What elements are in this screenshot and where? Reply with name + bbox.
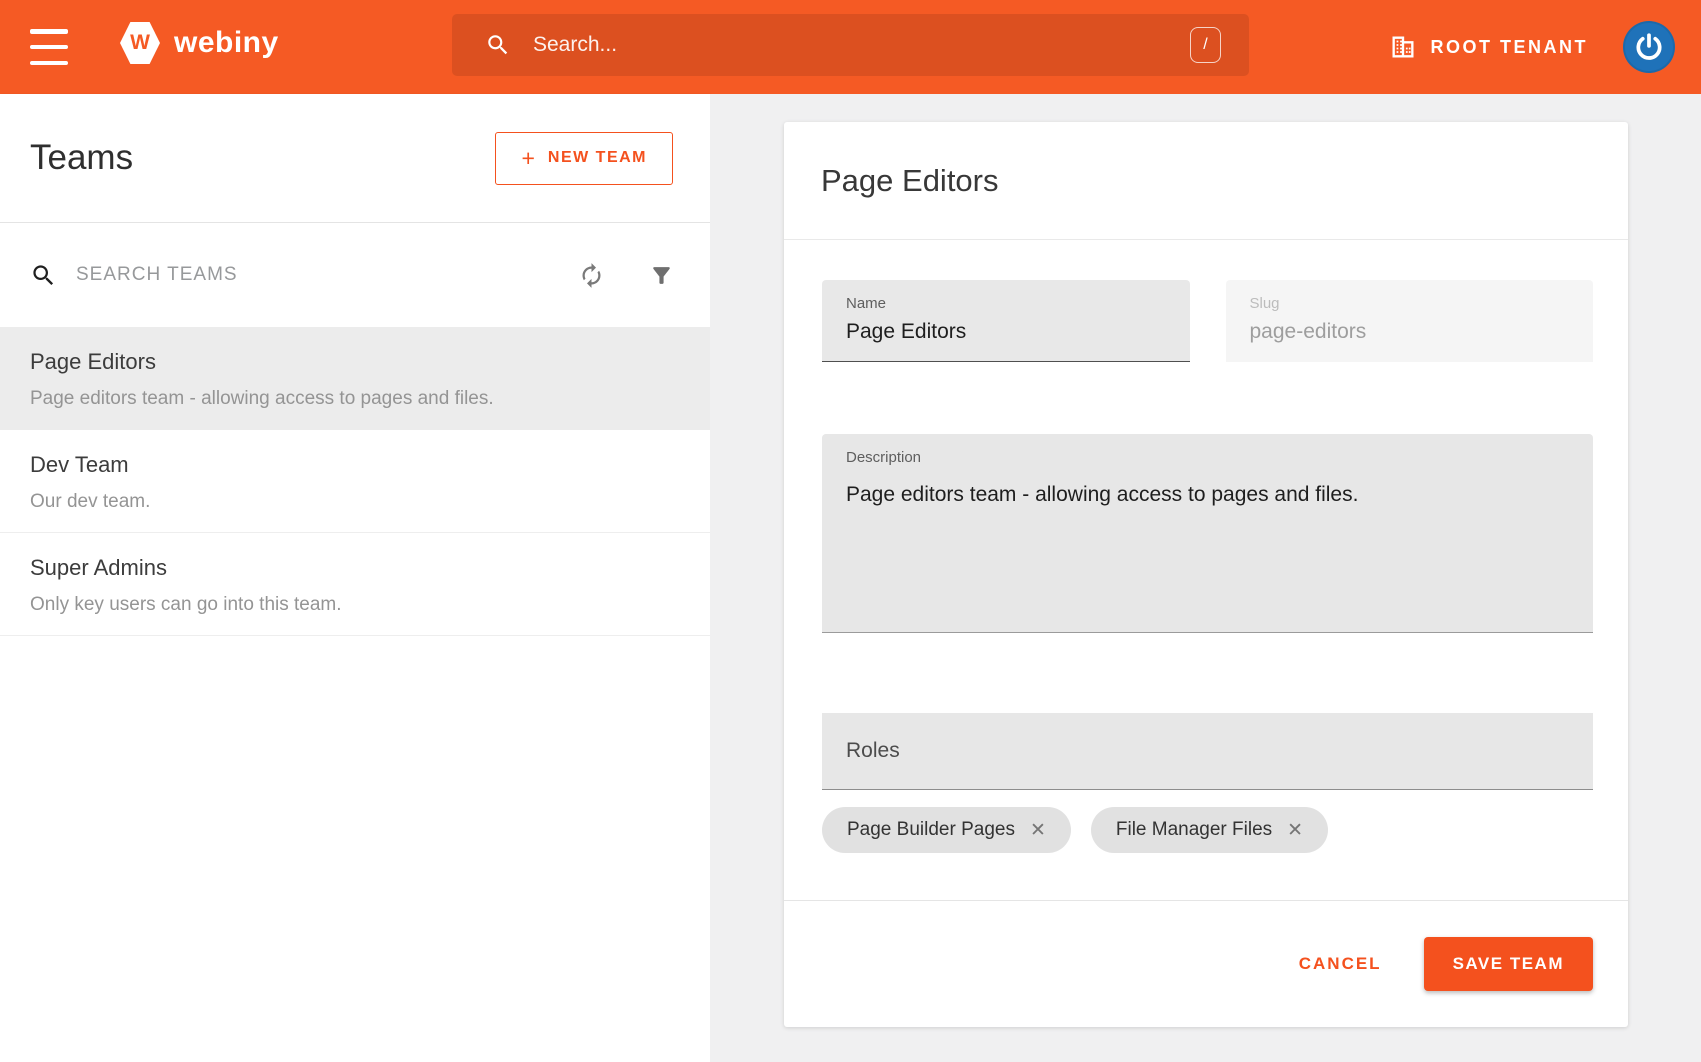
- main-area: Page Editors Name Page Editors Slug page…: [710, 94, 1701, 1062]
- team-editor-card: Page Editors Name Page Editors Slug page…: [784, 122, 1628, 1027]
- description-field-value: Page editors team - allowing access to p…: [846, 483, 1569, 507]
- tenant-selector[interactable]: ROOT TENANT: [1389, 33, 1589, 61]
- team-description: Only key users can go into this team.: [30, 594, 680, 616]
- roles-chips: Page Builder Pages ✕ File Manager Files …: [822, 807, 1593, 853]
- global-search[interactable]: /: [452, 14, 1249, 76]
- tenant-label: ROOT TENANT: [1431, 37, 1589, 58]
- editor-body: Name Page Editors Slug page-editors Desc…: [784, 280, 1628, 853]
- team-list: Page Editors Page editors team - allowin…: [0, 327, 710, 636]
- menu-icon[interactable]: [30, 29, 68, 65]
- filter-icon: [649, 263, 674, 288]
- new-team-button[interactable]: + NEW TEAM: [495, 132, 673, 185]
- teams-search-input[interactable]: [76, 264, 578, 286]
- slash-shortcut-key: /: [1190, 27, 1221, 63]
- app-root: W webiny / ROOT TENANT Teams + NEW TEAM: [0, 0, 1701, 1062]
- refresh-button[interactable]: [578, 262, 605, 289]
- save-team-button[interactable]: SAVE TEAM: [1424, 937, 1593, 991]
- slug-field: Slug page-editors: [1226, 280, 1594, 362]
- teams-search-row: [0, 223, 710, 327]
- user-avatar[interactable]: [1623, 21, 1675, 73]
- plus-icon: +: [521, 145, 534, 172]
- page-title: Teams: [30, 138, 133, 178]
- remove-chip-icon[interactable]: ✕: [1030, 819, 1046, 842]
- team-name: Page Editors: [30, 349, 680, 375]
- role-chip[interactable]: Page Builder Pages ✕: [822, 807, 1071, 853]
- webiny-hexagon-icon: W: [120, 22, 160, 64]
- power-icon: [1633, 31, 1665, 63]
- search-icon: [30, 262, 57, 289]
- teams-panel-header: Teams + NEW TEAM: [0, 94, 710, 223]
- editor-header: Page Editors: [784, 122, 1628, 240]
- name-field-label: Name: [846, 295, 1166, 312]
- global-search-input[interactable]: [533, 33, 1190, 57]
- filter-button[interactable]: [649, 263, 674, 288]
- building-icon: [1389, 33, 1417, 61]
- refresh-icon: [578, 262, 605, 289]
- slug-field-label: Slug: [1250, 295, 1570, 312]
- role-chip-label: File Manager Files: [1116, 819, 1272, 841]
- team-list-item[interactable]: Page Editors Page editors team - allowin…: [0, 327, 710, 430]
- topbar: W webiny / ROOT TENANT: [0, 0, 1701, 94]
- cancel-button[interactable]: CANCEL: [1299, 954, 1382, 974]
- description-field-label: Description: [846, 449, 1569, 466]
- role-chip-label: Page Builder Pages: [847, 819, 1015, 841]
- description-field[interactable]: Description Page editors team - allowing…: [822, 434, 1593, 633]
- slug-field-value: page-editors: [1250, 320, 1570, 344]
- search-icon: [485, 32, 511, 58]
- roles-field-label: Roles: [846, 739, 900, 763]
- new-team-button-label: NEW TEAM: [548, 149, 647, 167]
- team-list-item[interactable]: Dev Team Our dev team.: [0, 430, 710, 533]
- name-field[interactable]: Name Page Editors: [822, 280, 1190, 362]
- remove-chip-icon[interactable]: ✕: [1287, 819, 1303, 842]
- brand-wordmark: webiny: [174, 26, 279, 60]
- topbar-right: ROOT TENANT: [1389, 0, 1676, 94]
- webiny-logo[interactable]: W webiny: [120, 22, 279, 64]
- team-description: Page editors team - allowing access to p…: [30, 388, 680, 410]
- team-name: Dev Team: [30, 452, 680, 478]
- role-chip[interactable]: File Manager Files ✕: [1091, 807, 1328, 853]
- editor-footer: CANCEL SAVE TEAM: [784, 900, 1628, 1027]
- teams-panel: Teams + NEW TEAM Page Editors Page edito…: [0, 94, 710, 1062]
- editor-title: Page Editors: [821, 163, 999, 199]
- team-list-item[interactable]: Super Admins Only key users can go into …: [0, 533, 710, 636]
- name-field-value: Page Editors: [846, 320, 1166, 344]
- roles-field[interactable]: Roles: [822, 713, 1593, 790]
- team-description: Our dev team.: [30, 491, 680, 513]
- team-name: Super Admins: [30, 555, 680, 581]
